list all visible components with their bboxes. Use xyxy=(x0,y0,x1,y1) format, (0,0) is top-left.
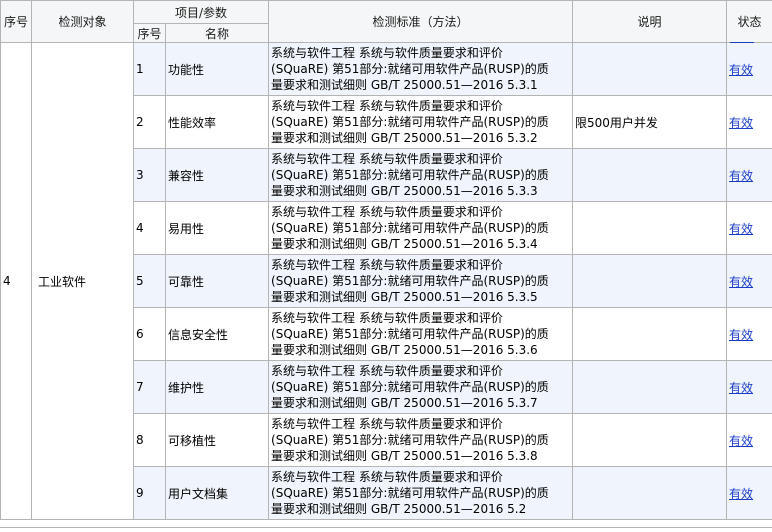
status-cell: 有效 xyxy=(726,42,772,96)
standard-line: (SQuaRE) 第51部分:就绪可用软件产品(RUSP)的质 xyxy=(271,274,549,288)
standard-line: 量要求和测试细则 GB/T 25000.51—2016 5.3.7 xyxy=(271,396,538,410)
standard-line: (SQuaRE) 第51部分:就绪可用软件产品(RUSP)的质 xyxy=(271,221,549,235)
item-seq: 4 xyxy=(133,201,166,255)
standard-line: 量要求和测试细则 GB/T 25000.51—2016 5.3.2 xyxy=(271,131,538,145)
item-name: 可靠性 xyxy=(164,254,270,308)
status-cell: 有效 xyxy=(726,254,772,308)
item-name: 易用性 xyxy=(164,201,270,255)
item-seq: 2 xyxy=(133,95,166,149)
status-cell: 有效 xyxy=(726,95,772,149)
status-cell: 有效 xyxy=(726,413,772,467)
status-link[interactable]: 有效 xyxy=(729,487,753,501)
status-link[interactable]: 有效 xyxy=(729,434,753,448)
standard-line: (SQuaRE) 第51部分:就绪可用软件产品(RUSP)的质 xyxy=(271,380,549,394)
note-cell xyxy=(572,42,728,96)
standard-line: (SQuaRE) 第51部分:就绪可用软件产品(RUSP)的质 xyxy=(271,486,549,500)
standard-line: 量要求和测试细则 GB/T 25000.51—2016 5.3.4 xyxy=(271,237,538,251)
table-body: 4 工业软件 1 功能性 系统与软件工程 系统与软件质量要求和评价 (SQuaRE) 第5… xyxy=(0,42,772,520)
status-cell: 有效 xyxy=(726,307,772,361)
status-cell: 有效 xyxy=(726,148,772,202)
item-name: 用户文档集 xyxy=(164,466,270,520)
status-link[interactable]: 有效 xyxy=(729,328,753,342)
standard-line: 量要求和测试细则 GB/T 25000.51—2016 5.3.6 xyxy=(271,343,538,357)
standard-line: 量要求和测试细则 GB/T 25000.51—2016 5.3.5 xyxy=(271,290,538,304)
item-seq: 5 xyxy=(133,254,166,308)
header-item-seq: 序号 xyxy=(133,23,166,43)
header-item-group: 项目/参数 xyxy=(132,0,270,24)
standard-line: 系统与软件工程 系统与软件质量要求和评价 xyxy=(271,311,503,325)
standard-line: 系统与软件工程 系统与软件质量要求和评价 xyxy=(271,46,503,60)
standard-line: (SQuaRE) 第51部分:就绪可用软件产品(RUSP)的质 xyxy=(271,168,549,182)
status-cell: 有效 xyxy=(726,466,772,520)
header-item-name: 名称 xyxy=(164,23,270,43)
header-standard: 检测标准（方法） xyxy=(268,0,574,43)
standard-cell: 系统与软件工程 系统与软件质量要求和评价 (SQuaRE) 第51部分:就绪可用软… xyxy=(268,307,574,361)
item-seq: 7 xyxy=(133,360,166,414)
standard-cell: 系统与软件工程 系统与软件质量要求和评价 (SQuaRE) 第51部分:就绪可用软… xyxy=(268,42,574,96)
standard-line: (SQuaRE) 第51部分:就绪可用软件产品(RUSP)的质 xyxy=(271,433,549,447)
header-row-1: 序号 检测对象 项目/参数 检测标准（方法） 说明 状态 xyxy=(0,0,772,43)
status-link[interactable]: 有效 xyxy=(729,381,753,395)
standard-line: 量要求和测试细则 GB/T 25000.51—2016 5.2 xyxy=(271,502,527,516)
note-cell: 限500用户并发 xyxy=(572,95,728,149)
standard-line: 系统与软件工程 系统与软件质量要求和评价 xyxy=(271,417,503,431)
standard-cell: 系统与软件工程 系统与软件质量要求和评价 (SQuaRE) 第51部分:就绪可用软… xyxy=(268,466,574,520)
item-seq: 6 xyxy=(133,307,166,361)
item-name: 可移植性 xyxy=(164,413,270,467)
status-cell: 有效 xyxy=(726,201,772,255)
note-cell xyxy=(572,201,728,255)
item-seq: 1 xyxy=(133,42,166,96)
standard-line: 系统与软件工程 系统与软件质量要求和评价 xyxy=(271,258,503,272)
status-link[interactable]: 有效 xyxy=(729,169,753,183)
item-name: 信息安全性 xyxy=(164,307,270,361)
header-object: 检测对象 xyxy=(31,0,134,43)
note-cell xyxy=(572,466,728,520)
standard-line: 系统与软件工程 系统与软件质量要求和评价 xyxy=(271,470,503,484)
note-cell xyxy=(572,360,728,414)
status-cell: 有效 xyxy=(726,360,772,414)
standard-line: 量要求和测试细则 GB/T 25000.51—2016 5.3.8 xyxy=(271,449,538,463)
standard-cell: 系统与软件工程 系统与软件质量要求和评价 (SQuaRE) 第51部分:就绪可用软… xyxy=(268,201,574,255)
standards-table-view: 序号 检测对象 项目/参数 检测标准（方法） 说明 状态 序号 名称 4 工业软件… xyxy=(0,0,772,532)
standard-cell: 系统与软件工程 系统与软件质量要求和评价 (SQuaRE) 第51部分:就绪可用软… xyxy=(268,360,574,414)
table-row: 4 工业软件 1 功能性 系统与软件工程 系统与软件质量要求和评价 (SQuaRE) 第5… xyxy=(0,42,772,520)
header-status: 状态 xyxy=(726,0,772,43)
header-note: 说明 xyxy=(572,0,728,43)
status-link[interactable]: 有效 xyxy=(729,116,753,130)
standard-line: 系统与软件工程 系统与软件质量要求和评价 xyxy=(271,205,503,219)
standard-line: (SQuaRE) 第51部分:就绪可用软件产品(RUSP)的质 xyxy=(271,115,549,129)
item-name: 兼容性 xyxy=(164,148,270,202)
standard-cell: 系统与软件工程 系统与软件质量要求和评价 (SQuaRE) 第51部分:就绪可用软… xyxy=(268,413,574,467)
item-seq: 9 xyxy=(133,466,166,520)
standards-table: 序号 检测对象 项目/参数 检测标准（方法） 说明 状态 序号 名称 4 工业软件… xyxy=(0,0,772,520)
item-name: 性能效率 xyxy=(164,95,270,149)
item-name: 功能性 xyxy=(164,42,270,96)
standard-cell: 系统与软件工程 系统与软件质量要求和评价 (SQuaRE) 第51部分:就绪可用软… xyxy=(268,148,574,202)
group-seq: 4 xyxy=(0,42,32,520)
status-link[interactable]: 有效 xyxy=(729,275,753,289)
item-seq: 3 xyxy=(133,148,166,202)
standard-line: 系统与软件工程 系统与软件质量要求和评价 xyxy=(271,152,503,166)
standard-line: 量要求和测试细则 GB/T 25000.51—2016 5.3.3 xyxy=(271,184,538,198)
header-seq: 序号 xyxy=(0,0,32,43)
group-object: 工业软件 xyxy=(31,42,134,520)
standard-line: 量要求和测试细则 GB/T 25000.51—2016 5.3.1 xyxy=(271,78,538,92)
item-name: 维护性 xyxy=(164,360,270,414)
item-seq: 8 xyxy=(133,413,166,467)
note-cell xyxy=(572,254,728,308)
standard-line: 系统与软件工程 系统与软件质量要求和评价 xyxy=(271,364,503,378)
note-cell xyxy=(572,413,728,467)
standard-line: (SQuaRE) 第51部分:就绪可用软件产品(RUSP)的质 xyxy=(271,62,549,76)
note-cell xyxy=(572,307,728,361)
status-link[interactable]: 有效 xyxy=(729,63,753,77)
next-row-edge xyxy=(0,527,772,532)
standard-line: (SQuaRE) 第51部分:就绪可用软件产品(RUSP)的质 xyxy=(271,327,549,341)
standard-line: 系统与软件工程 系统与软件质量要求和评价 xyxy=(271,99,503,113)
standard-cell: 系统与软件工程 系统与软件质量要求和评价 (SQuaRE) 第51部分:就绪可用软… xyxy=(268,95,574,149)
status-link[interactable]: 有效 xyxy=(729,222,753,236)
note-cell xyxy=(572,148,728,202)
status-link-fragment xyxy=(730,42,754,43)
standard-cell: 系统与软件工程 系统与软件质量要求和评价 (SQuaRE) 第51部分:就绪可用软… xyxy=(268,254,574,308)
